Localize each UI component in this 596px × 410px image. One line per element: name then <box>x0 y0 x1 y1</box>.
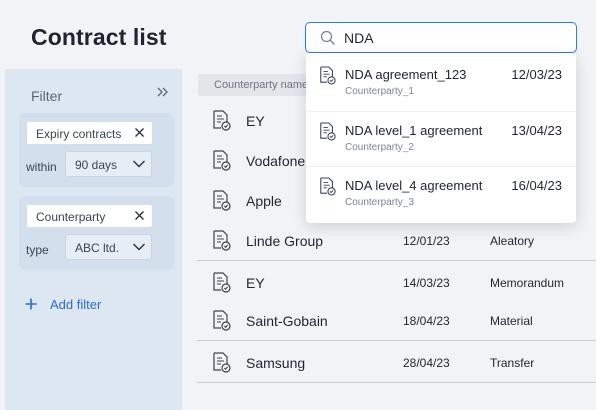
table-row[interactable]: Samsung 28/04/23 Transfer <box>197 341 596 383</box>
select-value: ABC ltd. <box>75 241 120 255</box>
result-name: NDA agreement_123 <box>345 67 467 82</box>
search-icon <box>320 30 335 45</box>
result-date: 16/04/23 <box>511 178 562 193</box>
result-name: NDA level_4 agreement <box>345 178 483 193</box>
filter-row-label: within <box>26 160 57 174</box>
filter-title: Filter <box>31 88 63 104</box>
counterparty-name: Samsung <box>246 355 306 371</box>
filter-group-counterparty: Counterparty type ABC ltd. <box>19 196 174 270</box>
page-title: Contract list <box>31 24 167 50</box>
contract-type: Transfer <box>490 356 535 370</box>
contract-document-icon <box>213 352 231 373</box>
contract-date: 18/04/23 <box>403 314 450 328</box>
contract-type: Aleatory <box>490 234 535 248</box>
filter-chip-expiry[interactable]: Expiry contracts <box>26 121 153 145</box>
contract-document-icon <box>213 230 231 251</box>
result-date: 13/04/23 <box>511 123 562 138</box>
column-header-counterparty[interactable]: Counterparty name <box>198 74 306 96</box>
add-filter-label: Add filter <box>50 297 102 312</box>
table-row[interactable]: Linde Group 12/01/23 Aleatory <box>197 219 596 261</box>
plus-icon <box>25 298 37 310</box>
filter-sidebar: Filter Expiry contracts within 90 days C… <box>5 69 182 410</box>
select-value: 90 days <box>75 158 118 172</box>
contract-date: 14/03/23 <box>403 276 450 290</box>
result-name: NDA level_1 agreement <box>345 123 483 138</box>
counterparty-name: Apple <box>246 193 282 209</box>
contract-document-icon <box>213 190 231 211</box>
contract-type: Memorandum <box>490 276 565 290</box>
filter-chip-label: Counterparty <box>36 210 106 224</box>
counterparty-name: Saint-Gobain <box>246 313 328 329</box>
chevron-down-icon <box>133 243 145 251</box>
counterparty-type-select[interactable]: ABC ltd. <box>65 234 152 260</box>
result-counterparty: Counterparty_3 <box>345 197 414 208</box>
search-box[interactable] <box>305 22 577 53</box>
contract-document-icon <box>213 110 231 131</box>
contract-document-icon <box>213 310 231 331</box>
search-result-item[interactable]: NDA agreement_123 12/03/23 Counterparty_… <box>306 56 576 111</box>
contract-type: Material <box>490 314 533 328</box>
contract-date: 28/04/23 <box>403 356 450 370</box>
filter-group-expiry: Expiry contracts within 90 days <box>19 113 174 187</box>
search-result-item[interactable]: NDA level_4 agreement 16/04/23 Counterpa… <box>306 166 576 221</box>
result-date: 12/03/23 <box>511 67 562 82</box>
close-icon[interactable] <box>133 209 146 222</box>
double-chevron-right-icon[interactable] <box>155 84 171 100</box>
chevron-down-icon <box>133 160 145 168</box>
contract-document-icon <box>320 177 336 196</box>
filter-chip-counterparty[interactable]: Counterparty <box>26 204 153 228</box>
counterparty-name: Linde Group <box>246 233 324 249</box>
table-row[interactable]: EY 14/03/23 Memorandum <box>197 261 596 303</box>
close-icon[interactable] <box>133 126 146 139</box>
table-row[interactable]: Saint-Gobain 18/04/23 Material <box>197 299 596 341</box>
search-input[interactable] <box>344 28 564 48</box>
filter-row-label: type <box>26 243 49 257</box>
counterparty-name: EY <box>246 113 265 129</box>
search-results-dropdown: NDA agreement_123 12/03/23 Counterparty_… <box>306 53 576 223</box>
contract-document-icon <box>320 122 336 141</box>
search-result-item[interactable]: NDA level_1 agreement 13/04/23 Counterpa… <box>306 111 576 166</box>
contract-document-icon <box>213 150 231 171</box>
contract-document-icon <box>213 272 231 293</box>
counterparty-name: Vodafone <box>246 153 306 169</box>
result-counterparty: Counterparty_2 <box>345 142 414 153</box>
counterparty-name: EY <box>246 275 265 291</box>
contract-date: 12/01/23 <box>403 234 450 248</box>
contract-document-icon <box>320 66 336 85</box>
expiry-period-select[interactable]: 90 days <box>65 151 152 177</box>
filter-chip-label: Expiry contracts <box>36 127 122 141</box>
add-filter-button[interactable]: Add filter <box>25 297 135 315</box>
result-counterparty: Counterparty_1 <box>345 86 414 97</box>
